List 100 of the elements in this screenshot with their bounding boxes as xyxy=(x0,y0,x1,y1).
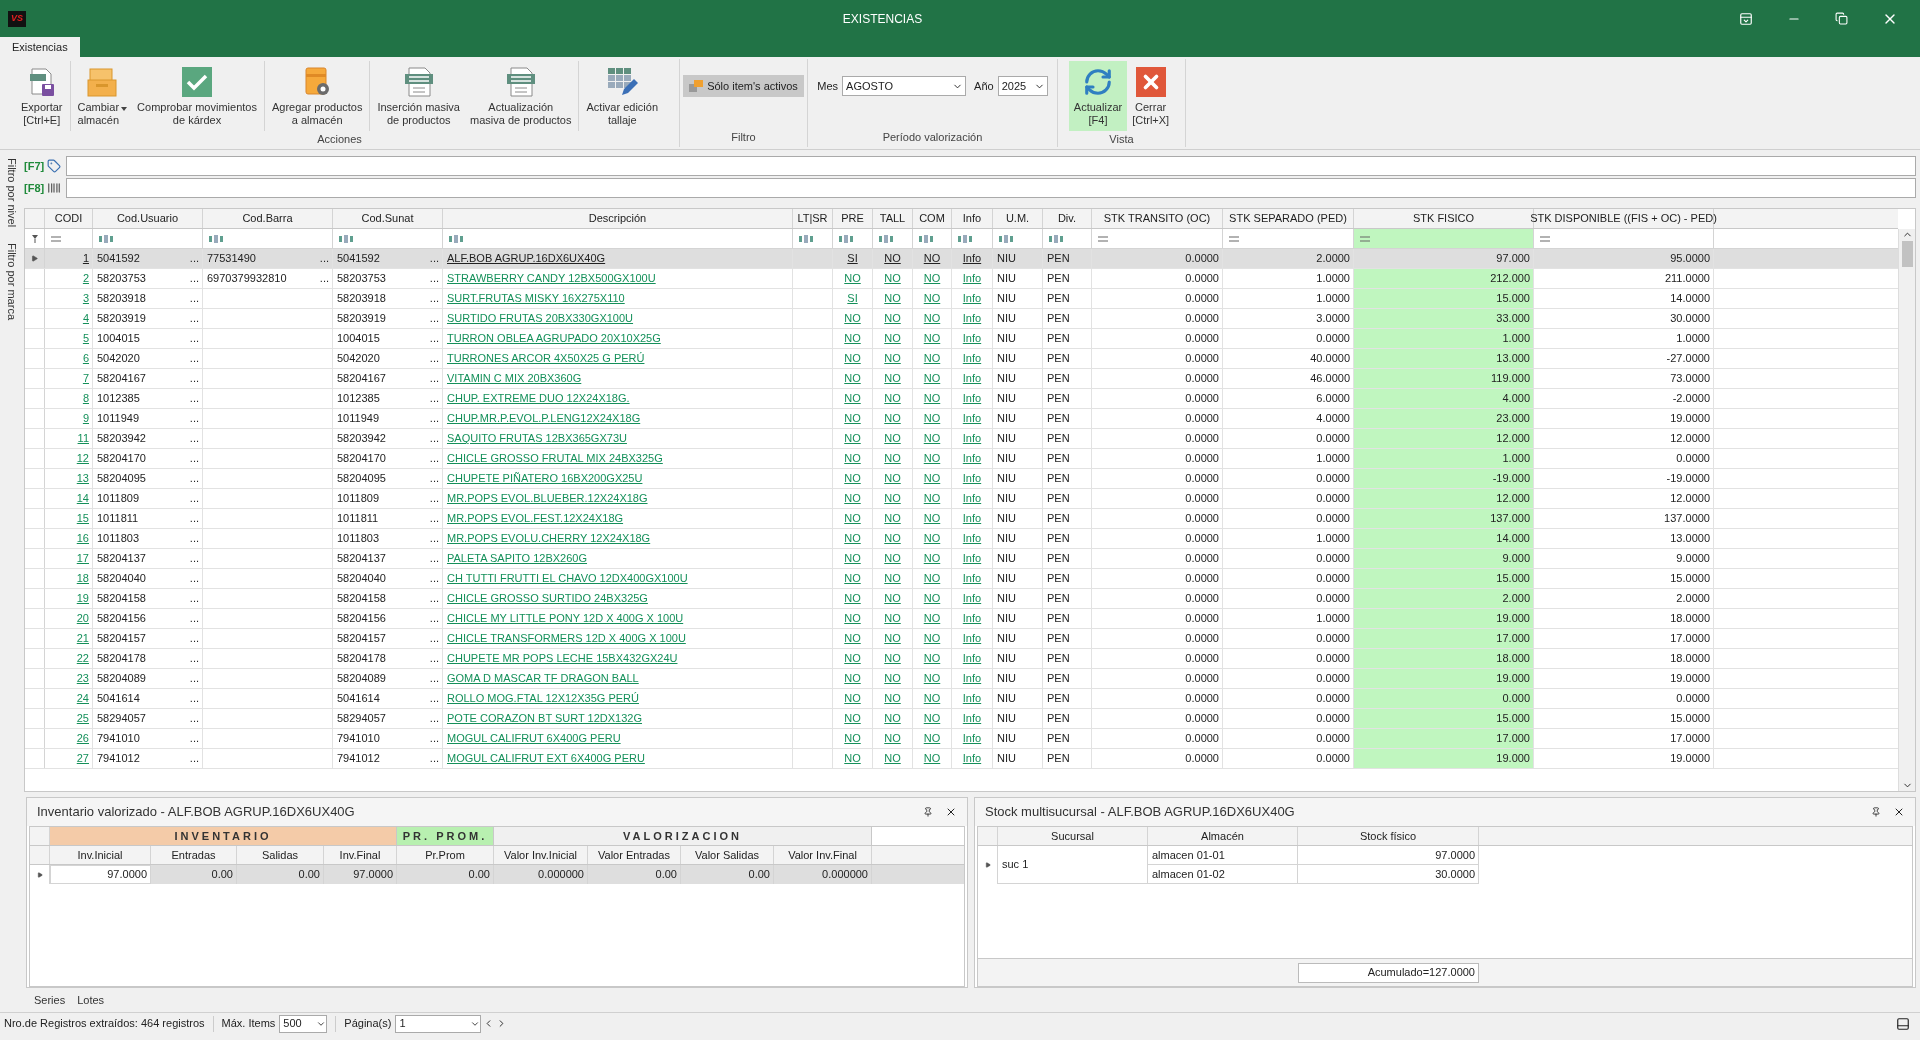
cell-link[interactable]: NO xyxy=(884,710,901,727)
cell-link[interactable]: NO xyxy=(923,450,941,467)
pin-icon[interactable] xyxy=(1871,807,1881,817)
cell-link[interactable]: Info xyxy=(962,490,982,507)
cell-link[interactable]: MOGUL CALIFRUT EXT 6X400G PERU xyxy=(447,750,645,767)
cell-link[interactable]: 13 xyxy=(76,470,89,487)
cell-link[interactable]: 17 xyxy=(76,550,89,567)
cell-link[interactable]: NO xyxy=(923,670,941,687)
cell-link[interactable]: CHUP.MR.P.EVOL.P.LENG12X24X18G xyxy=(447,410,641,427)
cell-link[interactable]: TURRON OBLEA AGRUPADO 20X10X25G xyxy=(447,330,661,347)
cell-link[interactable]: NO xyxy=(844,470,861,487)
ellipsis-button[interactable]: ... xyxy=(429,470,442,487)
dropdown-field[interactable]: 500 xyxy=(279,1014,328,1033)
grid-row[interactable]: 16 1011803 ... 1011803 ... MR.POPS EVOLU.CHERRY 12X24X18G NO NO NO Info NIU PEN 0.0000 1.0000 14.000 13.0000 xyxy=(25,529,1898,549)
cell-link[interactable]: 18 xyxy=(76,570,89,587)
ribbon-button[interactable]: Cerrar [Ctrl+X] xyxy=(1127,61,1175,131)
cell-link[interactable]: Info xyxy=(962,530,982,547)
cell-link[interactable]: TURRONES ARCOR 4X50X25 G PERÚ xyxy=(447,350,645,367)
cell-link[interactable]: NO xyxy=(884,550,901,567)
grid-row[interactable]: 25 58294057 ... 58294057 ... POTE CORAZON BT SURT 12DX132G NO NO NO Info NIU PEN 0.0000 0.0000 15.000 15.0000 xyxy=(25,709,1898,729)
cell-link[interactable]: NO xyxy=(923,290,941,307)
grid-row[interactable]: 19 58204158 ... 58204158 ... CHICLE GROSSO SURTIDO 24BX325G NO NO NO Info NIU PEN 0.0000 0.0000 2.000 2.0000 xyxy=(25,589,1898,609)
column-header[interactable]: Cod.Sunat xyxy=(333,209,443,228)
cell-link[interactable]: NO xyxy=(884,450,901,467)
cell-link[interactable]: NO xyxy=(923,410,941,427)
cell-link[interactable]: 16 xyxy=(76,530,89,547)
filter-input[interactable] xyxy=(66,178,1916,198)
cell-link[interactable]: 8 xyxy=(82,390,89,407)
cell-link[interactable]: 15 xyxy=(76,510,89,527)
ellipsis-button[interactable]: ... xyxy=(189,310,202,327)
filter-cell[interactable] xyxy=(1354,229,1534,248)
cell-link[interactable]: NO xyxy=(844,570,861,587)
grid-row[interactable]: 22 58204178 ... 58204178 ... CHUPETE MR POPS LECHE 15BX432GX24U NO NO NO Info NIU PEN 0.0000 0.0000 18.000 18.0000 xyxy=(25,649,1898,669)
ellipsis-button[interactable]: ... xyxy=(189,470,202,487)
column-header[interactable]: COM xyxy=(913,209,952,228)
ellipsis-button[interactable]: ... xyxy=(189,490,202,507)
ellipsis-button[interactable]: ... xyxy=(429,250,442,267)
ellipsis-button[interactable]: ... xyxy=(429,270,442,287)
cell-link[interactable]: Info xyxy=(962,310,982,327)
cell-link[interactable]: Info xyxy=(962,350,982,367)
grid-row[interactable]: 97.0000 0.00 0.00 97.0000 0.00 0.000000 0.00 0.00 0.000000 xyxy=(30,865,964,884)
cell-link[interactable]: 9 xyxy=(82,410,89,427)
cell-link[interactable]: NO xyxy=(923,610,941,627)
cell-link[interactable]: NO xyxy=(923,550,941,567)
cell-link[interactable]: NO xyxy=(844,450,861,467)
grid-row[interactable]: 26 7941010 ... 7941010 ... MOGUL CALIFRUT 6X400G PERU NO NO NO Info NIU PEN 0.0000 0.0000 17.000 17.0000 xyxy=(25,729,1898,749)
cell-link[interactable]: NO xyxy=(844,650,861,667)
cell-link[interactable]: NO xyxy=(844,750,861,767)
cell-link[interactable]: NO xyxy=(844,530,861,547)
cell-link[interactable]: NO xyxy=(844,590,861,607)
column-header[interactable]: CODI xyxy=(45,209,93,228)
cell-link[interactable]: NO xyxy=(844,510,861,527)
dropdown-field[interactable]: 1 xyxy=(395,1014,482,1033)
scroll-thumb[interactable] xyxy=(1901,241,1913,267)
cell-link[interactable]: ROLLO MOG.FTAL 12X12X35G PERÚ xyxy=(447,690,639,707)
cell-link[interactable]: Info xyxy=(962,630,982,647)
cell-link[interactable]: NO xyxy=(923,570,941,587)
ellipsis-button[interactable]: ... xyxy=(429,530,442,547)
cell-link[interactable]: NO xyxy=(844,390,861,407)
cell-link[interactable]: SURT.FRUTAS MISKY 16X275X110 xyxy=(447,290,625,307)
cell-link[interactable]: NO xyxy=(884,610,901,627)
filter-input[interactable] xyxy=(66,156,1916,176)
cell-link[interactable]: NO xyxy=(923,310,941,327)
column-header[interactable]: Descripción xyxy=(443,209,793,228)
dropdown-field[interactable]: 2025 xyxy=(997,76,1048,96)
cell-link[interactable]: 11 xyxy=(77,430,89,447)
cell-link[interactable]: NO xyxy=(844,730,861,747)
column-header[interactable]: Valor Inv.Inicial xyxy=(494,846,588,864)
grid-row[interactable]: 4 58203919 ... 58203919 ... SURTIDO FRUTAS 20BX330GX100U NO NO NO Info NIU PEN 0.0000 3.0000 33.000 30.0000 xyxy=(25,309,1898,329)
cell-link[interactable]: NO xyxy=(884,630,901,647)
column-header[interactable]: Almacén xyxy=(1148,827,1298,845)
ellipsis-button[interactable]: ... xyxy=(429,310,442,327)
cell-link[interactable]: NO xyxy=(884,670,901,687)
cell-link[interactable]: Info xyxy=(962,590,982,607)
cell-link[interactable]: NO xyxy=(844,330,861,347)
ellipsis-button[interactable]: ... xyxy=(429,650,442,667)
ellipsis-button[interactable]: ... xyxy=(429,450,442,467)
cell-link[interactable]: NO xyxy=(844,430,861,447)
cell-link[interactable]: NO xyxy=(923,650,941,667)
cell-link[interactable]: 4 xyxy=(82,310,89,327)
column-header[interactable]: PRE xyxy=(833,209,873,228)
cell-link[interactable]: GOMA D MASCAR TF DRAGON BALL xyxy=(447,670,639,687)
cell-link[interactable]: Info xyxy=(962,250,982,267)
ribbon-button[interactable]: Inserción masiva de productos xyxy=(372,61,465,131)
cell-link[interactable]: 3 xyxy=(82,290,89,307)
grid-row[interactable]: 7 58204167 ... 58204167 ... VITAMIN C MIX 20BX360G NO NO NO Info NIU PEN 0.0000 46.0000 119.000 73.0000 xyxy=(25,369,1898,389)
ellipsis-button[interactable]: ... xyxy=(189,290,202,307)
cell-link[interactable]: NO xyxy=(884,730,901,747)
ellipsis-button[interactable]: ... xyxy=(189,690,202,707)
cell-link[interactable]: NO xyxy=(844,630,861,647)
toggle-button[interactable]: Sólo item's activos xyxy=(683,75,804,97)
cell-link[interactable]: NO xyxy=(884,650,901,667)
ribbon-button[interactable]: Agregar productos a almacén xyxy=(266,61,368,131)
cell-link[interactable]: Info xyxy=(962,730,982,747)
ribbon-tab[interactable]: Existencias xyxy=(0,37,80,57)
grid-row[interactable]: 11 58203942 ... 58203942 ... SAQUITO FRUTAS 12BX365GX73U NO NO NO Info NIU PEN 0.0000 0.0000 12.000 12.0000 xyxy=(25,429,1898,449)
ribbon-button[interactable]: Comprobar movimientos de kárdex xyxy=(132,61,262,131)
cell-link[interactable]: 21 xyxy=(76,630,89,647)
cell-link[interactable]: PALETA SAPITO 12BX260G xyxy=(447,550,588,567)
bottom-tab[interactable]: Series xyxy=(30,991,70,1009)
